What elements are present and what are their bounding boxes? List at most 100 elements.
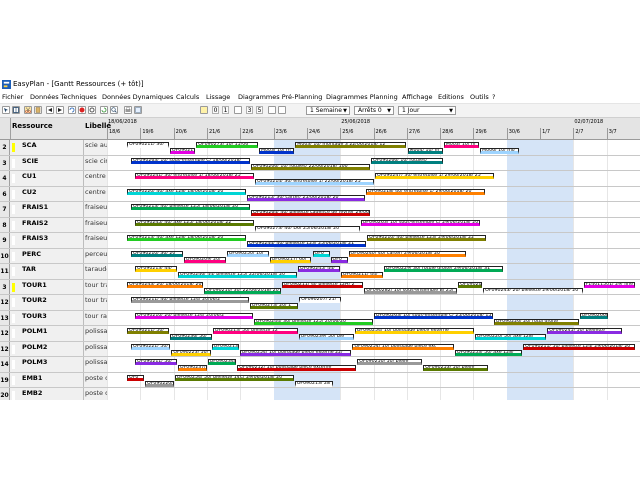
task-bar[interactable]: OF090214/ 30/ entretoise 1/ 22/06/2018/ … [255,179,374,185]
menu-item-lissage[interactable]: Lissage [206,93,230,101]
task-bar[interactable]: OF090211/ 50/ [135,359,177,365]
task-bar[interactable]: OF090213/ 40/ axe 128/ 18/06/2018/ 20 [127,235,246,241]
resource-row[interactable]: 3 SCIE scie circ OF090263/ 10/ sous-ensembl… [0,155,640,171]
stops-select[interactable]: Arrêts 0 ▼ [354,106,394,115]
task-bar[interactable]: OF090211/ 4J/ biellette 12H/ 2 [281,281,364,288]
task-bar[interactable]: OF090207/ [458,281,483,288]
task-bar[interactable]: OF090245/ 50/ biellette [547,328,623,334]
task-bar[interactable]: OF090240/ 40/ carter/ 29/06/2018/ 20 [348,250,467,257]
resource-row[interactable]: 12POLM1polissagOF090211/ 50/OF090236/ 50… [0,326,640,342]
level-1-button[interactable]: 1 [222,106,229,114]
task-bar[interactable]: OF090211/ 40/ biellette 124/ 20/06/2 [131,297,249,303]
resource-row[interactable]: 12POLM2polissagOF090221/ 50/OF090223/ 50… [0,341,640,357]
undo-icon[interactable] [68,106,76,114]
task-bar[interactable]: F14011501/ 29/ fine [583,281,635,288]
task-bar[interactable]: OF090237/ [177,365,207,371]
task-bar[interactable]: OF090266/ [579,312,609,319]
task-bar[interactable]: M004/ 10/ m [407,148,443,154]
task-bar[interactable]: OF0 [127,374,144,381]
resource-row[interactable]: 9FRAIS3fraiseusOF090213/ 40/ axe 128/ 18… [0,233,640,249]
resource-row[interactable]: 7 FRAIS1 fraiseus OF090213/ 40/ biellette 1… [0,202,640,218]
task-bar[interactable]: OF090245/ 40/ axe 125/ 18/06/2018/ 22 [135,219,254,226]
menu-item-fichier[interactable]: Fichier [2,93,23,101]
task-bar[interactable]: OF090263/ 10/ sous-ensemble C/ 29/06/201… [360,219,480,226]
stop-icon[interactable] [78,106,86,114]
task-bar[interactable]: OF090223/ 50/ [171,349,211,356]
task-bar[interactable]: OF090211/ 30/ [127,142,169,148]
task-bar[interactable]: OF090273/ 20/ 1 [249,303,299,309]
resource-row[interactable]: 12TOUR2tour tradOF090211/ 40/ biellette … [0,295,640,311]
task-bar[interactable]: OF090209/ 20/ [183,256,226,263]
task-bar[interactable]: OF090250/ 10/ [226,250,269,257]
resource-column-header[interactable]: Ressource [12,122,53,130]
task-bar[interactable]: M003/ 10/ m [443,142,480,148]
task-bar[interactable]: OF090244/ 30/ biellette 125/ 20/06/20 [253,318,373,325]
task-bar[interactable]: OF090254/ 10/ polissage pièce externe 22… [239,349,352,356]
task-bar[interactable]: OF090226/ 20/ rotul droite [493,318,579,325]
task-bar[interactable]: OF090273/ 40/ D6/ 25/06/2018/ 20 [255,225,360,232]
task-bar[interactable]: OF090213/ 44/ [135,266,177,272]
resource-row[interactable]: 3TOUR1tour tradOF090243/ 20/ 18/06/2018/… [0,279,640,295]
menu-item-affichage[interactable]: Affichage [402,93,433,101]
task-bar[interactable]: M006/ 10/ mo [480,148,519,154]
calendar-icon[interactable] [234,106,242,114]
task-bar[interactable]: OF090211/ 50/ biellette 124/ 29/06/2018/… [523,343,635,350]
resource-row[interactable]: 19 EMB1 poste d OF0 OF090220/OF090254/ 50/ b… [0,372,640,388]
resource-row[interactable]: 14POLM3polissagOF090211/ 50/OF090237/OF0… [0,357,640,373]
task-bar[interactable]: OF090211/ 44/ [340,272,383,278]
task-bar[interactable]: OF090220/ 50/ axe 128/ [474,334,547,340]
level-3-button[interactable]: 3 [246,106,253,114]
task-bar[interactable]: OF090213/ 50/ biellette 12 [212,328,298,334]
task-bar[interactable]: OF090246/ 44/ biellette 125/ 22/06/2018/… [177,272,297,278]
task-bar[interactable]: OF090263/ 10/ sous-ensemble C/ 18/06/201… [131,157,250,164]
menu-item-diagrammes-planning[interactable]: Diagrammes Planning [326,93,398,101]
menu-item-donn-es-dynamiques[interactable]: Données Dynamiques [102,93,173,101]
task-bar[interactable]: M003/ 10/ m [259,148,295,154]
task-bar[interactable]: OF090253/ 50/ bielle [423,365,489,371]
resource-row[interactable]: 10PERCperceusOF090210/ 30/ 20OF090209/ 2… [0,248,640,264]
task-bar[interactable]: OF090207/ 21/ [299,297,342,303]
print-icon[interactable] [124,106,132,114]
task-bar[interactable]: OF090211/ 50/ [127,328,169,334]
menu-item-help[interactable]: ? [492,93,495,101]
export-icon[interactable] [134,106,142,114]
task-bar[interactable]: OF090217/ 60/ [269,256,312,263]
task-bar[interactable]: OF090243/ 20/ 18/06/2018/ 20 [127,281,204,288]
zoom-icon[interactable] [110,106,118,114]
task-bar[interactable]: OF090218/ 40/ entretoise 1/ 29/06/2018/ … [365,188,485,195]
task-bar[interactable]: OF090254/ 10/ polissage pièce ext [352,343,454,350]
select-icon[interactable] [2,106,10,114]
settings-icon[interactable] [88,106,96,114]
task-bar[interactable]: OF090282/ 10/ sous-ensemble B/ 25/ [364,287,458,294]
scale-select[interactable]: 1 Jour ▼ [398,106,456,115]
scissors-icon[interactable] [24,106,32,114]
menu-item-diagrammes-pr-planning[interactable]: Diagrammes Pré-Planning [238,93,322,101]
task-bar[interactable]: OF090253/ 50/ axe 128/ [454,349,523,356]
period-select[interactable]: 1 Semaine ▼ [306,106,350,115]
task-bar[interactable]: OF090213/ 28 [294,380,334,387]
menu-item-outils[interactable]: Outils [470,93,489,101]
task-bar[interactable]: OF090254/ 10/ polissage pièce externe [354,328,474,334]
task-bar[interactable]: OF090220/ [145,380,174,387]
arrow-right-icon[interactable] [56,106,64,114]
task-bar[interactable]: OF090244/ 40/ biellette 123/ 25/06/2018/… [247,241,366,247]
level-5-button[interactable]: 5 [256,106,263,114]
task-bar[interactable]: OF090229/ 30/ rotule droite/ 29/06/2018/… [383,266,503,272]
task-bar[interactable]: OF090239/ 50/ bie [298,334,354,340]
task-bar[interactable]: OF090245/ 44/ [297,266,340,272]
task-bar[interactable]: OF090250/ 50/ bielle [357,359,423,365]
task-bar[interactable]: OF090210/ 40/ biellette 123/ 29/06/2018/… [367,235,486,241]
task-bar[interactable]: OF090264/ 40/ biellette cadence de févri… [251,210,370,216]
resource-row[interactable]: 11TARtaraudeOF090213/ 44/OF090246/ 44/ b… [0,264,640,280]
level-0-button[interactable]: 0 [212,106,219,114]
menu-item-calculs[interactable]: Calculs [176,93,199,101]
task-bar[interactable]: OF090212/ 10/ polissage pièce externe [237,365,357,371]
resource-row[interactable]: 8FRAIS2fraiseusOF090245/ 40/ axe 125/ 18… [0,217,640,233]
task-bar[interactable]: OF0 [330,256,348,263]
task-bar[interactable]: OF090213/ [211,343,239,350]
table-icon[interactable] [278,106,286,114]
task-bar[interactable]: OF090273/ 10/ 15/06 [196,142,258,148]
resource-row[interactable]: 20 EMB2 poste d [0,388,640,400]
task-bar[interactable]: OF090217 [169,148,196,154]
highlight-icon[interactable] [200,106,208,114]
